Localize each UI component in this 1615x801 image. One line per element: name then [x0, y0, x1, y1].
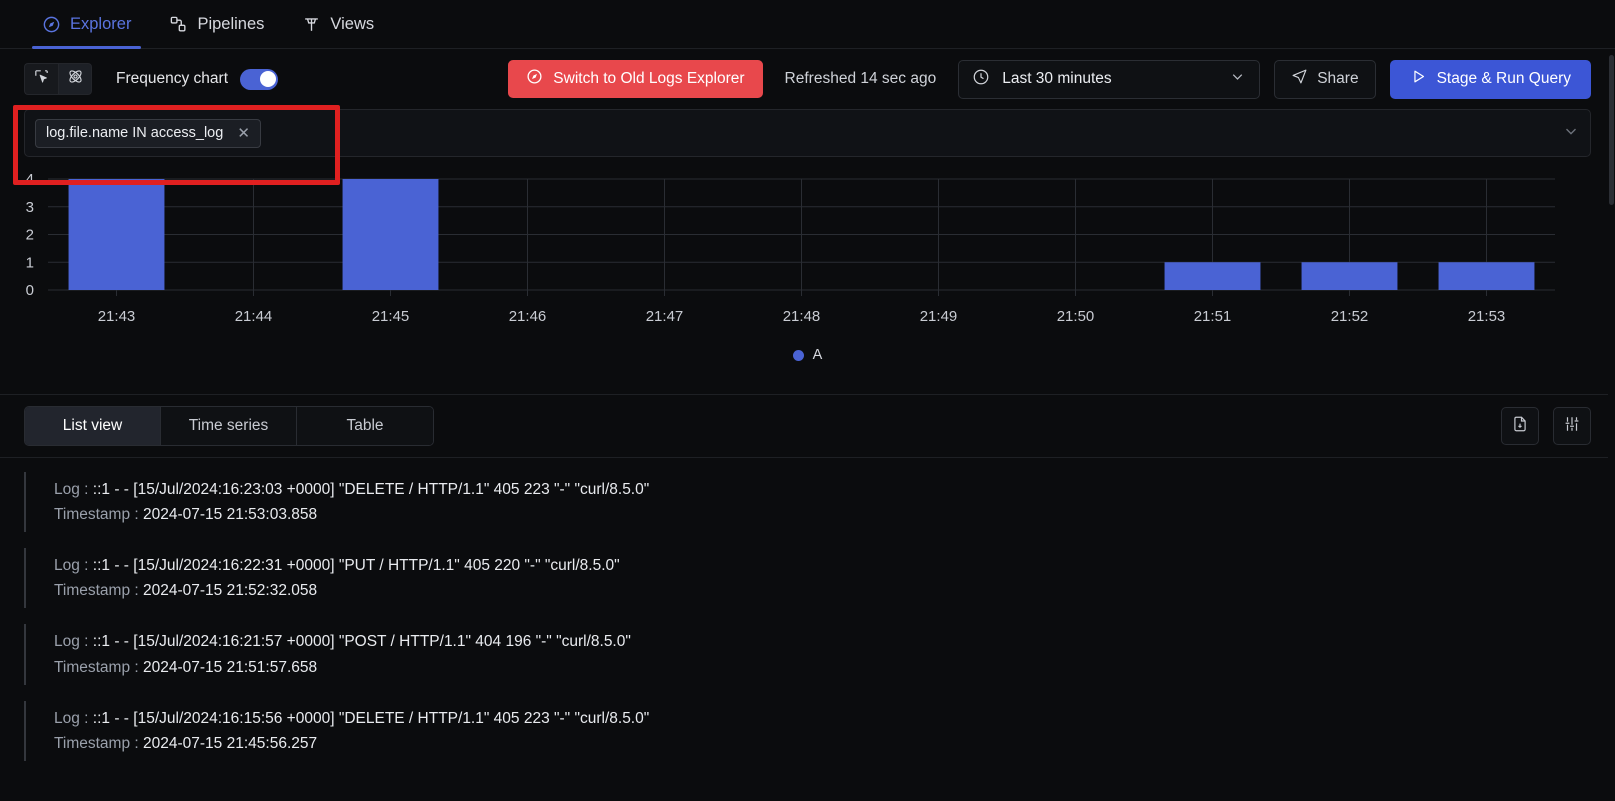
close-icon[interactable]: ✕	[237, 126, 250, 141]
atom-mode-button[interactable]	[58, 63, 92, 95]
logs-explorer-page: Explorer Pipelines Views Frequency chart…	[0, 0, 1615, 801]
log-value: ::1 - - [15/Jul/2024:16:23:03 +0000] "DE…	[92, 481, 650, 498]
log-key: Log :	[54, 557, 89, 575]
svg-text:21:45: 21:45	[372, 308, 410, 325]
svg-text:21:46: 21:46	[509, 308, 547, 325]
nav-tab-label: Explorer	[70, 14, 132, 33]
svg-text:1: 1	[26, 254, 34, 271]
svg-text:21:50: 21:50	[1057, 308, 1095, 325]
log-key: Log :	[54, 633, 89, 651]
legend-color-swatch	[792, 349, 804, 361]
switch-to-old-logs-explorer-button[interactable]: Switch to Old Logs Explorer	[508, 60, 763, 98]
svg-text:4: 4	[26, 171, 34, 188]
stage-and-run-query-button[interactable]: Stage & Run Query	[1389, 59, 1591, 99]
timestamp-key: Timestamp :	[54, 506, 139, 524]
timestamp-value: 2024-07-15 21:51:57.658	[143, 658, 318, 676]
explorer-toolbar: Frequency chart Switch to Old Logs Explo…	[0, 49, 1615, 109]
svg-text:21:51: 21:51	[1194, 308, 1232, 325]
nav-tab-label: Pipelines	[197, 14, 265, 33]
send-icon	[1291, 68, 1308, 90]
download-button[interactable]	[1501, 407, 1539, 445]
view-tabs: List view Time series Table	[24, 406, 434, 446]
play-icon	[1410, 68, 1427, 90]
pipelines-icon	[169, 15, 188, 34]
timestamp-key: Timestamp :	[54, 734, 139, 752]
frequency-chart: 0 1 2 3 4 21:43 21:44 21:45 21:46 21:47 21:48 21:49…	[0, 165, 1615, 380]
log-value: ::1 - - [15/Jul/2024:16:22:31 +0000] "PU…	[92, 557, 620, 575]
svg-text:21:43: 21:43	[98, 308, 136, 325]
chevron-down-icon	[1229, 68, 1246, 90]
svg-text:0: 0	[26, 282, 34, 299]
svg-text:21:48: 21:48	[783, 308, 821, 325]
svg-text:21:52: 21:52	[1331, 308, 1369, 325]
page-scrollbar[interactable]	[1608, 49, 1615, 801]
button-label: Switch to Old Logs Explorer	[553, 70, 745, 87]
toggle-knob	[259, 71, 276, 87]
timestamp-value: 2024-07-15 21:45:56.257	[143, 734, 318, 752]
tab-table[interactable]: Table	[297, 407, 433, 445]
frequency-chart-label: Frequency chart	[116, 70, 228, 87]
time-range-value: Last 30 minutes	[1002, 70, 1112, 87]
nav-tab-pipelines[interactable]: Pipelines	[151, 0, 282, 49]
time-range-picker[interactable]: Last 30 minutes	[958, 59, 1261, 99]
nav-tab-explorer[interactable]: Explorer	[24, 0, 149, 49]
tab-time-series[interactable]: Time series	[161, 407, 297, 445]
svg-text:21:47: 21:47	[646, 308, 684, 325]
refreshed-status: Refreshed 14 sec ago	[784, 70, 937, 87]
filter-chip-label: log.file.name IN access_log	[46, 125, 224, 141]
sliders-icon	[1563, 415, 1581, 438]
nav-tab-views[interactable]: Views	[284, 0, 392, 49]
select-mode-button[interactable]	[24, 63, 58, 95]
list-item[interactable]: Log : ::1 - - [15/Jul/2024:16:15:56 +000…	[24, 700, 1615, 761]
svg-text:3: 3	[26, 199, 34, 216]
filter-chip[interactable]: log.file.name IN access_log ✕	[35, 118, 261, 148]
clock-icon	[972, 68, 990, 91]
compass-icon	[42, 15, 61, 34]
frequency-chart-svg[interactable]: 0 1 2 3 4 21:43 21:44 21:45 21:46 21:47 21:48 21:49…	[0, 165, 1615, 345]
log-list: Log : ::1 - - [15/Jul/2024:16:23:03 +000…	[0, 458, 1615, 761]
log-key: Log :	[54, 481, 89, 498]
timestamp-key: Timestamp :	[54, 582, 139, 600]
log-key: Log :	[54, 709, 89, 727]
nav-tab-label: Views	[330, 14, 375, 33]
chevron-down-icon[interactable]	[1562, 122, 1580, 145]
query-filter-section: log.file.name IN access_log ✕	[0, 109, 1615, 157]
cursor-select-icon	[33, 68, 50, 90]
atom-icon	[67, 68, 84, 90]
display-options-button[interactable]	[1553, 407, 1591, 445]
svg-text:21:44: 21:44	[235, 308, 273, 325]
button-label: Stage & Run Query	[1436, 70, 1571, 87]
timestamp-value: 2024-07-15 21:52:32.058	[143, 582, 318, 600]
svg-text:2: 2	[26, 227, 34, 244]
view-selector-bar: List view Time series Table	[0, 395, 1615, 457]
filter-bar[interactable]: log.file.name IN access_log ✕	[24, 109, 1591, 157]
share-button[interactable]: Share	[1274, 59, 1376, 99]
frequency-chart-toggle[interactable]	[240, 68, 278, 90]
button-label: Share	[1317, 70, 1359, 87]
file-download-icon	[1511, 415, 1529, 438]
mode-toggle-group	[24, 63, 92, 95]
compass-icon	[526, 68, 543, 90]
log-value: ::1 - - [15/Jul/2024:16:15:56 +0000] "DE…	[92, 709, 650, 727]
chart-legend: A	[0, 347, 1615, 363]
timestamp-key: Timestamp :	[54, 658, 139, 676]
list-item[interactable]: Log : ::1 - - [15/Jul/2024:16:23:03 +000…	[24, 472, 1615, 533]
svg-text:21:53: 21:53	[1468, 308, 1506, 325]
tab-list-view[interactable]: List view	[25, 407, 161, 445]
scrollbar-thumb[interactable]	[1609, 55, 1614, 205]
svg-text:21:49: 21:49	[920, 308, 958, 325]
list-item[interactable]: Log : ::1 - - [15/Jul/2024:16:22:31 +000…	[24, 548, 1615, 609]
log-value: ::1 - - [15/Jul/2024:16:21:57 +0000] "PO…	[92, 633, 631, 651]
legend-label: A	[812, 347, 823, 363]
views-icon	[302, 15, 321, 34]
top-navigation: Explorer Pipelines Views	[0, 0, 1615, 49]
list-item[interactable]: Log : ::1 - - [15/Jul/2024:16:21:57 +000…	[24, 624, 1615, 685]
timestamp-value: 2024-07-15 21:53:03.858	[143, 506, 318, 524]
